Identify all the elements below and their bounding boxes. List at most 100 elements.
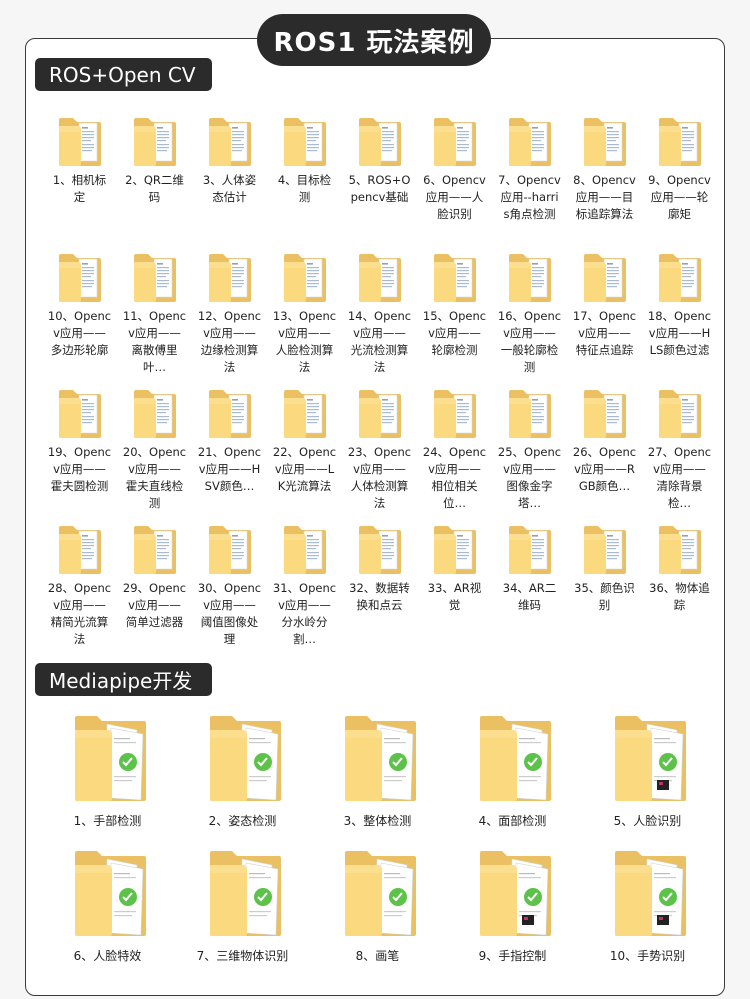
folder-item[interactable]: 24、Opencv应用——相位相关位… <box>417 384 492 516</box>
folder-icon <box>507 522 553 576</box>
folder-label: 3、人体姿态估计 <box>202 173 257 204</box>
folder-item[interactable]: 20、Opencv应用——霍夫直线检测 <box>117 384 192 516</box>
folder-icon <box>613 847 689 941</box>
folder-item[interactable]: 35、颜色识别 <box>567 520 642 652</box>
folder-item[interactable]: 7、Opencv应用--harris角点检测 <box>492 112 567 244</box>
folder-icon <box>432 386 478 440</box>
folder-label: 20、Opencv应用——霍夫直线检测 <box>122 445 187 510</box>
folder-icon <box>57 386 103 440</box>
folder-icon <box>478 847 554 941</box>
folder-label: 16、Opencv应用——一般轮廓检测 <box>497 309 562 374</box>
folder-item[interactable]: 1、手部检测 <box>40 712 175 835</box>
folder-icon <box>507 250 553 304</box>
folder-label: 30、Opencv应用——阈值图像处理 <box>197 581 262 646</box>
folder-item[interactable]: 10、手势识别 <box>580 847 715 970</box>
folder-icon <box>357 250 403 304</box>
folder-item[interactable]: 8、Opencv应用——目标追踪算法 <box>567 112 642 244</box>
mediapipe-folder-grid: 1、手部检测 2、姿态检测 3、整体检测 4、面部检测 5、人脸识别 6、人脸特… <box>40 712 716 970</box>
folder-label: 34、AR二维码 <box>502 581 557 612</box>
folder-item[interactable]: 15、Opencv应用——轮廓检测 <box>417 248 492 380</box>
folder-item[interactable]: 12、Opencv应用——边缘检测算法 <box>192 248 267 380</box>
folder-icon <box>132 522 178 576</box>
folder-item[interactable]: 5、ROS+Opencv基础 <box>342 112 417 244</box>
folder-item[interactable]: 6、人脸特效 <box>40 847 175 970</box>
folder-item[interactable]: 19、Opencv应用——霍夫圆检测 <box>42 384 117 516</box>
folder-item[interactable]: 10、Opencv应用——多边形轮廓 <box>42 248 117 380</box>
folder-icon <box>207 250 253 304</box>
folder-label: 11、Opencv应用——离散傅里叶… <box>122 309 187 374</box>
folder-icon <box>207 114 253 168</box>
folder-item[interactable]: 2、QR二维码 <box>117 112 192 244</box>
folder-label: 4、目标检测 <box>277 173 332 204</box>
folder-icon <box>582 386 628 440</box>
folder-item[interactable]: 2、姿态检测 <box>175 712 310 835</box>
folder-icon <box>132 114 178 168</box>
folder-item[interactable]: 9、手指控制 <box>445 847 580 970</box>
folder-item[interactable]: 27、Opencv应用——清除背景检… <box>642 384 717 516</box>
folder-item[interactable]: 13、Opencv应用——人脸检测算法 <box>267 248 342 380</box>
folder-icon <box>282 114 328 168</box>
folder-item[interactable]: 4、目标检测 <box>267 112 342 244</box>
folder-label: 25、Opencv应用——图像金字塔… <box>497 445 562 510</box>
folder-icon <box>657 114 703 168</box>
folder-item[interactable]: 18、Opencv应用——HLS颜色过滤 <box>642 248 717 380</box>
folder-icon <box>282 250 328 304</box>
folder-label: 1、手部检测 <box>73 814 142 828</box>
folder-item[interactable]: 1、相机标定 <box>42 112 117 244</box>
folder-icon <box>73 847 149 941</box>
folder-item[interactable]: 4、面部检测 <box>445 712 580 835</box>
folder-item[interactable]: 3、人体姿态估计 <box>192 112 267 244</box>
folder-item[interactable]: 25、Opencv应用——图像金字塔… <box>492 384 567 516</box>
folder-label: 27、Opencv应用——清除背景检… <box>647 445 712 510</box>
folder-label: 10、Opencv应用——多边形轮廓 <box>47 309 112 357</box>
folder-item[interactable]: 22、Opencv应用——LK光流算法 <box>267 384 342 516</box>
folder-item[interactable]: 23、Opencv应用——人体检测算法 <box>342 384 417 516</box>
folder-item[interactable]: 14、Opencv应用——光流检测算法 <box>342 248 417 380</box>
folder-item[interactable]: 16、Opencv应用——一般轮廓检测 <box>492 248 567 380</box>
folder-item[interactable]: 33、AR视觉 <box>417 520 492 652</box>
folder-icon <box>657 386 703 440</box>
folder-item[interactable]: 8、画笔 <box>310 847 445 970</box>
folder-label: 5、人脸识别 <box>613 814 682 828</box>
folder-item[interactable]: 26、Opencv应用——RGB颜色… <box>567 384 642 516</box>
folder-item[interactable]: 30、Opencv应用——阈值图像处理 <box>192 520 267 652</box>
folder-label: 10、手势识别 <box>609 949 686 963</box>
folder-icon <box>432 114 478 168</box>
folder-label: 24、Opencv应用——相位相关位… <box>422 445 487 510</box>
folder-item[interactable]: 3、整体检测 <box>310 712 445 835</box>
folder-item[interactable]: 29、Opencv应用——简单过滤器 <box>117 520 192 652</box>
folder-label: 8、Opencv应用——目标追踪算法 <box>573 173 636 221</box>
folder-icon <box>208 712 284 806</box>
folder-item[interactable]: 6、Opencv应用——人脸识别 <box>417 112 492 244</box>
folder-icon <box>357 386 403 440</box>
folder-icon <box>282 522 328 576</box>
folder-icon <box>507 386 553 440</box>
folder-icon <box>613 712 689 806</box>
folder-icon <box>657 250 703 304</box>
folder-item[interactable]: 31、Opencv应用——分水岭分割… <box>267 520 342 652</box>
folder-item[interactable]: 36、物体追踪 <box>642 520 717 652</box>
section-ros-opencv-title: ROS+Open CV <box>35 58 212 91</box>
folder-item[interactable]: 28、Opencv应用——精简光流算法 <box>42 520 117 652</box>
folder-label: 29、Opencv应用——简单过滤器 <box>122 581 187 629</box>
folder-label: 26、Opencv应用——RGB颜色… <box>572 445 637 493</box>
folder-icon <box>657 522 703 576</box>
folder-icon <box>73 712 149 806</box>
folder-item[interactable]: 9、Opencv应用——轮廓矩 <box>642 112 717 244</box>
folder-item[interactable]: 5、人脸识别 <box>580 712 715 835</box>
folder-item[interactable]: 11、Opencv应用——离散傅里叶… <box>117 248 192 380</box>
folder-label: 32、数据转换和点云 <box>349 581 410 612</box>
folder-item[interactable]: 34、AR二维码 <box>492 520 567 652</box>
folder-item[interactable]: 21、Opencv应用——HSV颜色… <box>192 384 267 516</box>
section-mediapipe-title: Mediapipe开发 <box>35 663 212 696</box>
folder-label: 6、Opencv应用——人脸识别 <box>423 173 486 221</box>
folder-icon <box>507 114 553 168</box>
folder-item[interactable]: 17、Opencv应用——特征点追踪 <box>567 248 642 380</box>
folder-label: 3、整体检测 <box>343 814 412 828</box>
ros-opencv-folder-grid: 1、相机标定 2、QR二维码 3、人体姿态估计 4、目标检测 5、ROS+Ope… <box>42 112 722 652</box>
folder-icon <box>432 250 478 304</box>
folder-item[interactable]: 32、数据转换和点云 <box>342 520 417 652</box>
folder-icon <box>208 847 284 941</box>
folder-item[interactable]: 7、三维物体识别 <box>175 847 310 970</box>
page-title: ROS1 玩法案例 <box>257 14 491 66</box>
